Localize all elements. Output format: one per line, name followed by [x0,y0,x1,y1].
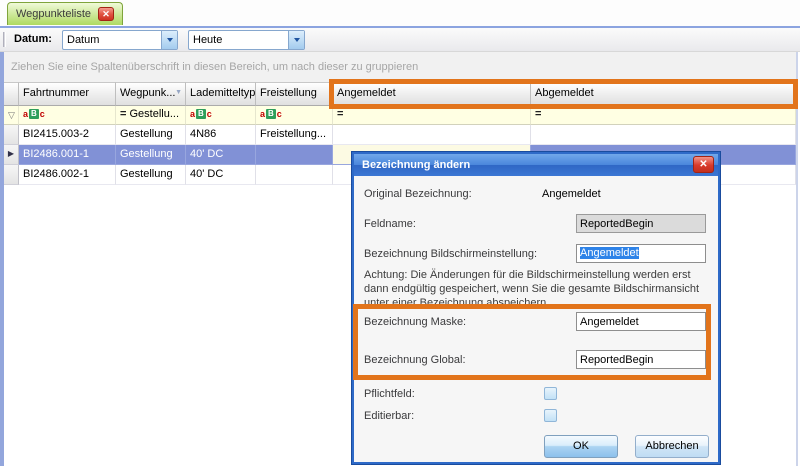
abc-filter-icon: aBc [23,109,45,119]
toolbar-grip[interactable] [3,32,6,47]
maske-label: Bezeichnung Maske: [364,316,466,328]
bildschirm-selected-text: Angemeldet [580,247,639,259]
cell-angemeldet[interactable] [333,125,531,145]
cell-fahrtnummer[interactable]: BI2415.003-2 [19,125,116,145]
header-angemeldet[interactable]: Angemeldet [333,82,531,106]
filter-abgemeldet[interactable]: = [531,106,796,125]
filter-lademitteltyp[interactable]: aBc [186,106,256,125]
cell-fahrtnummer[interactable]: BI2486.001-1 [19,145,116,165]
header-wegpunkt-label: Wegpunk... [120,87,175,99]
bezeichnung-aendern-dialog: Bezeichnung ändern ✕ Original Bezeichnun… [352,152,720,464]
row-indicator [4,165,19,185]
funnel-icon: ▽ [8,110,15,120]
cell-freistellung[interactable] [256,165,333,185]
filter-funnel-icon[interactable]: ▼ [175,89,182,96]
header-wegpunkt[interactable]: Wegpunk... ▼ [116,82,186,106]
cell-wegpunkt[interactable]: Gestellung [116,125,186,145]
cell-freistellung[interactable] [256,145,333,165]
bildschirm-field[interactable]: Angemeldet [576,244,706,263]
ok-button[interactable]: OK [544,435,618,458]
cell-freistellung[interactable]: Freistellung... [256,125,333,145]
window-right-border [796,52,798,466]
filter-angemeldet[interactable]: = [333,106,531,125]
pflichtfeld-checkbox[interactable] [544,387,557,400]
datum-field-combobox[interactable]: Datum [62,30,178,50]
cell-wegpunkt[interactable]: Gestellung [116,165,186,185]
dialog-close-icon[interactable]: ✕ [693,156,714,173]
dialog-body: Original Bezeichnung: Angemeldet Feldnam… [354,176,718,462]
cell-abgemeldet[interactable] [531,125,796,145]
equals-icon: = [337,108,343,120]
maske-field[interactable] [576,312,706,331]
filter-freistellung[interactable]: aBc [256,106,333,125]
combo-dropdown-button[interactable] [288,31,304,49]
dialog-title-bar[interactable]: Bezeichnung ändern ✕ [354,154,718,176]
row-indicator-arrow: ▶ [4,145,19,165]
filter-fahrtnummer[interactable]: aBc [19,106,116,125]
row-indicator [4,125,19,145]
datum-field-value: Datum [67,34,99,46]
tab-bar: Wegpunkteliste ✕ [0,0,800,26]
datum-range-value: Heute [193,34,222,46]
header-fahrtnummer[interactable]: Fahrtnummer [19,82,116,106]
datum-range-combobox[interactable]: Heute [188,30,305,50]
cell-lademitteltyp[interactable]: 40' DC [186,165,256,185]
editierbar-label: Editierbar: [364,410,414,422]
datum-label: Datum: [14,33,52,45]
pflichtfeld-label: Pflichtfeld: [364,388,415,400]
global-field[interactable] [576,350,706,369]
warning-text: Achtung: Die Änderungen für die Bildschi… [364,268,712,310]
table-row[interactable]: BI2415.003-2 Gestellung 4N86 Freistellun… [4,125,796,145]
filter-indicator: ▽ [4,106,19,125]
cell-wegpunkt[interactable]: Gestellung [116,145,186,165]
tab-wegpunkteliste[interactable]: Wegpunkteliste ✕ [7,2,123,25]
filter-wegpunkt[interactable]: = Gestellu... [116,106,186,125]
chevron-down-icon [294,38,300,42]
abc-filter-icon: aBc [260,109,282,119]
grid-filter-row: ▽ aBc = Gestellu... aBc aBc = = [4,106,796,125]
tab-close-icon[interactable]: ✕ [98,7,114,21]
feldname-field [576,214,706,233]
equals-icon: = [535,108,541,120]
filter-wegpunkt-value: Gestellu... [130,108,180,120]
cell-lademitteltyp[interactable]: 4N86 [186,125,256,145]
editierbar-checkbox[interactable] [544,409,557,422]
grid-header-row: Fahrtnummer Wegpunk... ▼ Lademitteltyp F… [4,82,796,106]
cancel-button[interactable]: Abbrechen [635,435,709,458]
header-abgemeldet[interactable]: Abgemeldet [531,82,796,106]
cell-fahrtnummer[interactable]: BI2486.002-1 [19,165,116,185]
global-label: Bezeichnung Global: [364,354,466,366]
tab-label: Wegpunkteliste [16,8,91,20]
group-by-panel[interactable]: Ziehen Sie eine Spaltenüberschrift in di… [4,52,796,82]
original-bezeichnung-value: Angemeldet [542,188,601,200]
header-freistellung[interactable]: Freistellung [256,82,333,106]
chevron-down-icon [167,38,173,42]
dialog-title: Bezeichnung ändern [362,159,470,171]
equals-icon: = [120,108,126,120]
bildschirm-label: Bezeichnung Bildschirmeinstellung: [364,248,537,260]
header-indicator [4,82,19,106]
group-by-hint: Ziehen Sie eine Spaltenüberschrift in di… [11,61,418,73]
abc-filter-icon: aBc [190,109,212,119]
original-bezeichnung-label: Original Bezeichnung: [364,188,472,200]
header-lademitteltyp[interactable]: Lademitteltyp [186,82,256,106]
combo-dropdown-button[interactable] [161,31,177,49]
cell-lademitteltyp[interactable]: 40' DC [186,145,256,165]
feldname-label: Feldname: [364,218,416,230]
